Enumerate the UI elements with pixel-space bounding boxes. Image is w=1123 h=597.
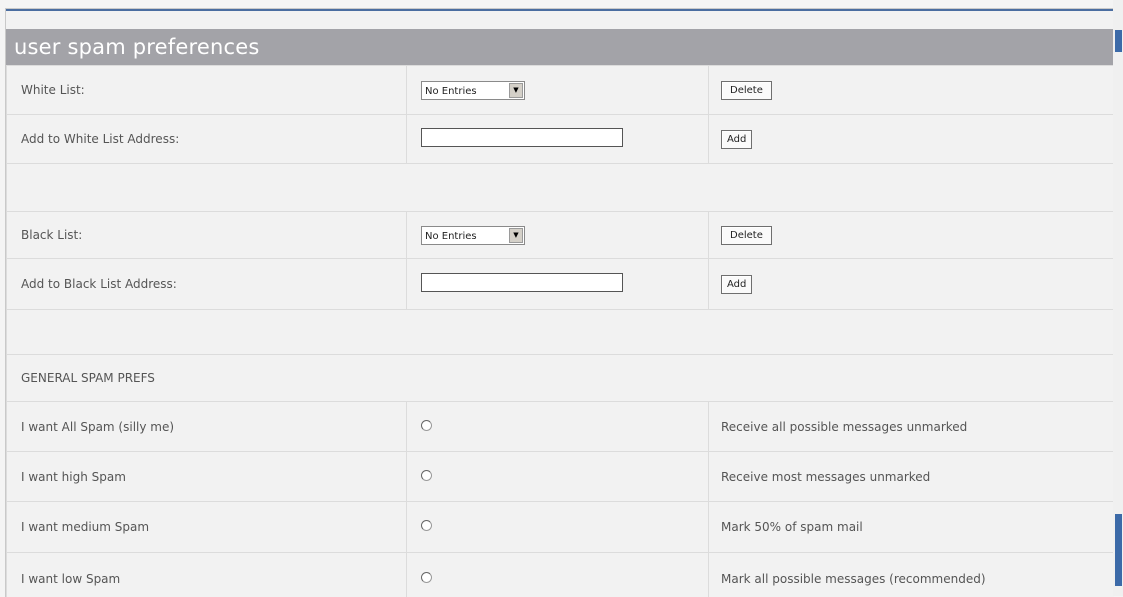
spam-option-row: I want low Spam Mark all possible messag… (7, 553, 1115, 597)
spam-option-label: I want low Spam (7, 553, 407, 597)
general-prefs-heading: GENERAL SPAM PREFS (7, 355, 1115, 402)
chevron-down-icon[interactable]: ▼ (509, 228, 523, 243)
scrollbar[interactable] (1113, 0, 1123, 596)
black-list-label: Black List: (7, 212, 407, 259)
spam-option-radio[interactable] (421, 470, 432, 481)
spam-option-label: I want high Spam (7, 452, 407, 502)
white-list-select-value: No Entries (425, 86, 477, 97)
general-prefs-heading-row: GENERAL SPAM PREFS (7, 355, 1115, 402)
spam-option-radio[interactable] (421, 520, 432, 531)
spam-option-row: I want All Spam (silly me) Receive all p… (7, 402, 1115, 452)
scrollbar-thumb[interactable] (1115, 30, 1122, 52)
spam-option-description: Mark all possible messages (recommended) (709, 553, 1115, 597)
white-list-address-input[interactable] (421, 128, 623, 147)
spam-option-description: Receive all possible messages unmarked (709, 402, 1115, 452)
black-list-delete-button[interactable]: Delete (721, 226, 772, 245)
top-border (6, 9, 1114, 11)
panel-title: user spam preferences (6, 29, 1114, 65)
spam-option-description: Receive most messages unmarked (709, 452, 1115, 502)
black-list-select[interactable]: No Entries ▼ (421, 226, 525, 245)
chevron-down-icon[interactable]: ▼ (509, 83, 523, 98)
spam-option-row: I want high Spam Receive most messages u… (7, 452, 1115, 502)
scrollbar-thumb[interactable] (1115, 514, 1122, 586)
spam-option-radio[interactable] (421, 572, 432, 583)
spam-option-description: Mark 50% of spam mail (709, 502, 1115, 553)
black-list-address-input[interactable] (421, 273, 623, 292)
spacer-row (7, 164, 1115, 212)
preferences-table: White List: No Entries ▼ Delete Add to W… (6, 65, 1114, 597)
white-list-add-button[interactable]: Add (721, 130, 752, 149)
spam-option-radio[interactable] (421, 420, 432, 431)
black-list-add-row: Add to Black List Address: Add (7, 259, 1115, 310)
black-list-add-button[interactable]: Add (721, 275, 752, 294)
spacer-row (7, 310, 1115, 355)
white-list-select[interactable]: No Entries ▼ (421, 81, 525, 100)
spam-option-label: I want medium Spam (7, 502, 407, 553)
white-list-label: White List: (7, 66, 407, 115)
black-list-select-value: No Entries (425, 231, 477, 242)
white-list-row: White List: No Entries ▼ Delete (7, 66, 1115, 115)
white-list-add-label: Add to White List Address: (7, 115, 407, 164)
white-list-add-row: Add to White List Address: Add (7, 115, 1115, 164)
black-list-add-label: Add to Black List Address: (7, 259, 407, 310)
spam-option-row: I want medium Spam Mark 50% of spam mail (7, 502, 1115, 553)
white-list-delete-button[interactable]: Delete (721, 81, 772, 100)
black-list-row: Black List: No Entries ▼ Delete (7, 212, 1115, 259)
spam-preferences-panel: user spam preferences White List: No Ent… (5, 8, 1114, 597)
spam-option-label: I want All Spam (silly me) (7, 402, 407, 452)
